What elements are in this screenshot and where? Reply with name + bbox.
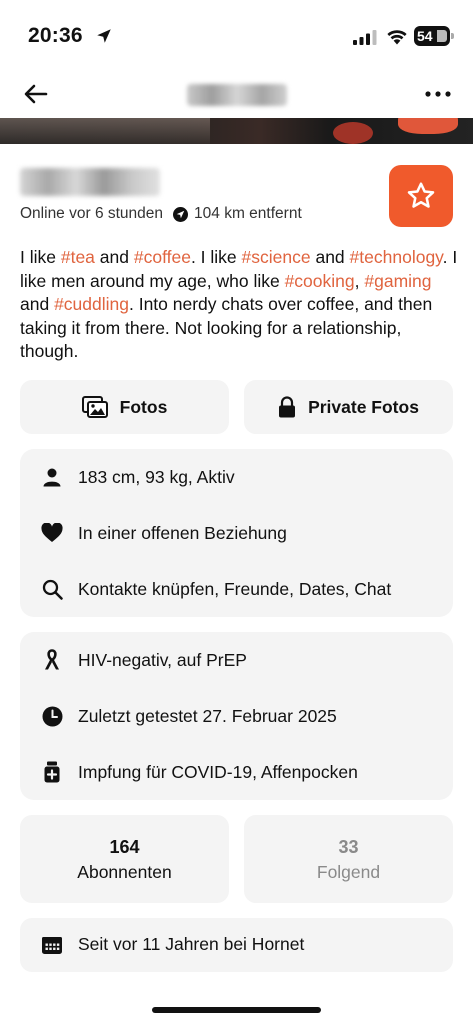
photo-region (333, 122, 373, 144)
cellular-signal-icon (353, 30, 377, 45)
looking-for-row: Kontakte knüpfen, Freunde, Dates, Chat (20, 561, 453, 617)
bio-text: I like #tea and #coffee. I like #science… (20, 246, 460, 364)
profile-stats-card: 183 cm, 93 kg, Aktiv In einer offenen Be… (20, 449, 453, 617)
bio-text-segment: I like (20, 247, 61, 267)
hashtag-link[interactable]: #science (242, 247, 311, 267)
photo-region (398, 118, 458, 134)
nav-bar (0, 70, 473, 118)
navigation-arrow-icon (173, 206, 189, 222)
search-icon (40, 577, 64, 601)
vaccination-row: Impfung für COVID-19, Affenpocken (20, 744, 453, 800)
photo-region (0, 118, 210, 144)
person-icon (40, 465, 64, 489)
online-status: Online vor 6 stunden (20, 205, 164, 222)
hiv-status-row: HIV-negativ, auf PrEP (20, 632, 453, 688)
followers-label: Abonnenten (77, 862, 172, 882)
wifi-icon (387, 30, 407, 45)
hiv-status: HIV-negativ, auf PrEP (78, 649, 247, 670)
home-indicator[interactable] (152, 1007, 321, 1013)
private-photos-label: Private Fotos (308, 396, 419, 417)
member-since: Seit vor 11 Jahren bei Hornet (78, 934, 305, 954)
battery-indicator: 54 (414, 26, 454, 46)
hashtag-link[interactable]: #coffee (134, 247, 191, 267)
blurred-display-name (20, 168, 160, 196)
clock-icon (40, 704, 64, 728)
body-stats: 183 cm, 93 kg, Aktiv (78, 466, 235, 487)
body-stats-row: 183 cm, 93 kg, Aktiv (20, 449, 453, 505)
relationship-status: In einer offenen Beziehung (78, 522, 287, 543)
status-time: 20:36 (28, 24, 83, 47)
following-card[interactable]: 33 Folgend (244, 815, 453, 903)
bio-text-segment: , (354, 270, 365, 291)
followers-count: 164 (109, 837, 140, 857)
hashtag-link[interactable]: #tea (61, 247, 95, 267)
last-tested: Zuletzt getestet 27. Februar 2025 (78, 705, 337, 726)
favorite-button[interactable] (389, 165, 453, 227)
blurred-username (187, 84, 287, 106)
bio-text-segment: . I like (190, 247, 242, 267)
images-icon (81, 396, 108, 418)
status-bar: 20:36 54 (0, 0, 473, 70)
battery-empty-part (437, 30, 447, 42)
profile-meta: Online vor 6 stunden 104 km entfernt (20, 205, 302, 223)
member-since-card: Seit vor 11 Jahren bei Hornet (20, 918, 453, 972)
profile-photo[interactable] (0, 118, 473, 144)
arrow-left-icon[interactable] (20, 78, 52, 110)
more-horizontal-icon[interactable] (423, 80, 453, 108)
vaccinations: Impfung für COVID-19, Affenpocken (78, 761, 358, 782)
star-icon (407, 182, 435, 208)
heart-icon (40, 521, 64, 545)
calendar-icon (42, 937, 62, 954)
vaccine-vial-icon (40, 760, 64, 784)
private-photos-button[interactable]: Private Fotos (244, 380, 453, 434)
distance: 104 km entfernt (194, 205, 302, 222)
health-info-card: HIV-negativ, auf PrEP Zuletzt getestet 2… (20, 632, 453, 800)
battery-tip (451, 33, 454, 39)
photos-button[interactable]: Fotos (20, 380, 229, 434)
bio-text-segment: and (94, 247, 134, 267)
photos-label: Fotos (119, 396, 168, 417)
location-arrow-icon (97, 29, 111, 43)
lock-icon (279, 396, 296, 418)
following-label: Folgend (316, 862, 381, 882)
battery-level: 54 (417, 28, 433, 44)
awareness-ribbon-icon (40, 648, 64, 672)
hashtag-link[interactable]: #cooking (285, 271, 355, 291)
relationship-row: In einer offenen Beziehung (20, 505, 453, 561)
followers-card[interactable]: 164 Abonnenten (20, 815, 229, 903)
looking-for: Kontakte knüpfen, Freunde, Dates, Chat (78, 578, 392, 599)
last-tested-row: Zuletzt getestet 27. Februar 2025 (20, 688, 453, 744)
following-count: 33 (338, 837, 359, 857)
hashtag-link[interactable]: #gaming (364, 271, 431, 291)
hashtag-link[interactable]: #cuddling (54, 294, 129, 314)
bio-text-segment: and (310, 247, 350, 267)
hashtag-link[interactable]: #technology (350, 247, 443, 267)
bio-text-segment: and (20, 294, 55, 314)
